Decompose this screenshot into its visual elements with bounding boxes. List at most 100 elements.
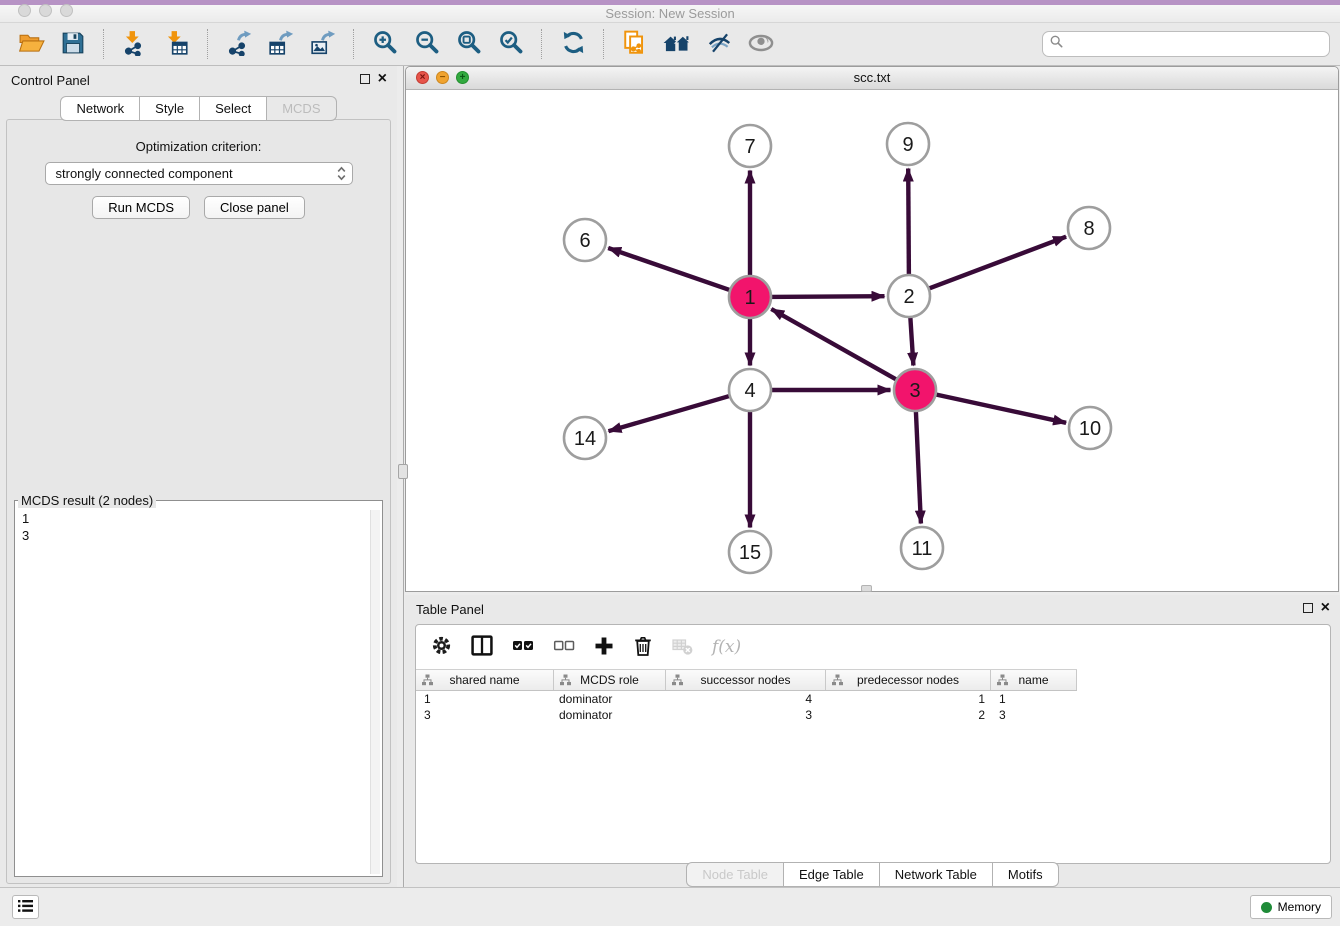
table-row[interactable]: 3dominator323 xyxy=(416,707,1330,723)
open-session-button[interactable] xyxy=(13,26,49,62)
optimization-select[interactable]: strongly connected component xyxy=(45,162,353,185)
import-table-button[interactable] xyxy=(159,26,195,62)
memory-button[interactable]: Memory xyxy=(1250,895,1332,919)
create-column-button[interactable] xyxy=(594,636,614,659)
task-history-button[interactable] xyxy=(12,895,39,919)
graph-node-11[interactable]: 11 xyxy=(901,527,943,569)
hide-details-button[interactable] xyxy=(701,26,737,62)
horizontal-splitter-grip[interactable] xyxy=(861,585,872,592)
graph-edge-3-11[interactable] xyxy=(916,409,921,524)
close-panel-button[interactable]: Close panel xyxy=(204,196,305,219)
table-rows: 1dominator4113dominator323 xyxy=(416,691,1330,723)
graph-node-3[interactable]: 3 xyxy=(894,369,936,411)
function-builder-button[interactable]: f(x) xyxy=(712,637,741,657)
network-maximize-icon[interactable]: + xyxy=(456,71,469,84)
network-window-titlebar[interactable]: × − + scc.txt xyxy=(406,67,1338,90)
graph-edge-2-3[interactable] xyxy=(910,315,913,366)
graph-edge-2-9[interactable] xyxy=(908,169,909,278)
zoom-fit-button[interactable] xyxy=(451,26,487,62)
import-network-button[interactable] xyxy=(117,26,153,62)
column-header-predecessor-nodes[interactable]: predecessor nodes xyxy=(826,670,991,690)
control-panel-title: Control Panel xyxy=(11,73,90,88)
graph-node-6[interactable]: 6 xyxy=(564,219,606,261)
control-panel-close-icon[interactable]: × xyxy=(378,73,387,84)
graph-edge-2-8[interactable] xyxy=(927,237,1066,290)
search-input[interactable] xyxy=(1068,36,1322,53)
svg-text:15: 15 xyxy=(739,542,761,564)
delete-columns-button[interactable] xyxy=(633,635,653,660)
control-panel-float-icon[interactable] xyxy=(360,74,370,84)
refresh-button[interactable] xyxy=(555,26,591,62)
optimization-select-value: strongly connected component xyxy=(56,166,233,181)
search-field[interactable] xyxy=(1042,31,1330,57)
tab-network-table[interactable]: Network Table xyxy=(880,862,993,887)
save-session-button[interactable] xyxy=(55,26,91,62)
delete-table-button[interactable] xyxy=(672,637,693,658)
graph-node-14[interactable]: 14 xyxy=(564,417,606,459)
graph-node-1[interactable]: 1 xyxy=(729,276,771,318)
export-table-button[interactable] xyxy=(263,26,299,62)
network-canvas[interactable]: 7 9 6 8 1 2 4 3 14 10 15 11 xyxy=(406,89,1338,591)
table-row[interactable]: 1dominator411 xyxy=(416,691,1330,707)
column-header-name[interactable]: name xyxy=(991,670,1077,690)
table-panel: Table Panel × f(x) shared nameMCDS roles… xyxy=(405,595,1340,888)
panel-splitter-grip[interactable] xyxy=(398,464,408,479)
zoom-selected-button[interactable] xyxy=(493,26,529,62)
show-details-button[interactable] xyxy=(743,26,779,62)
graph-node-4[interactable]: 4 xyxy=(729,369,771,411)
table-cell: dominator xyxy=(554,692,666,706)
graph-edge-4-14[interactable] xyxy=(609,395,732,431)
graph-node-8[interactable]: 8 xyxy=(1068,207,1110,249)
graph-edge-3-10[interactable] xyxy=(934,394,1067,423)
zoom-out-button[interactable] xyxy=(409,26,445,62)
copy-network-button[interactable] xyxy=(617,26,653,62)
control-panel-tabs: NetworkStyleSelectMCDS xyxy=(0,96,397,121)
window-close-button[interactable] xyxy=(18,4,31,17)
graph-node-10[interactable]: 10 xyxy=(1069,407,1111,449)
select-all-columns-icon xyxy=(512,639,534,656)
graph-node-2[interactable]: 2 xyxy=(888,275,930,317)
tab-edge-table[interactable]: Edge Table xyxy=(784,862,880,887)
column-header-mcds-role[interactable]: MCDS role xyxy=(554,670,666,690)
column-header-successor-nodes[interactable]: successor nodes xyxy=(666,670,826,690)
tab-motifs[interactable]: Motifs xyxy=(993,862,1059,887)
control-panel: Control Panel × NetworkStyleSelectMCDS O… xyxy=(0,66,397,888)
table-cell: 1 xyxy=(991,692,1077,706)
show-columns-button[interactable] xyxy=(471,635,493,659)
tab-mcds[interactable]: MCDS xyxy=(267,96,336,121)
svg-text:1: 1 xyxy=(744,287,755,309)
run-mcds-button[interactable]: Run MCDS xyxy=(92,196,190,219)
toolbar-separator xyxy=(103,29,105,59)
mcds-result-scrollbar[interactable] xyxy=(370,510,380,874)
mcds-result-title: MCDS result (2 nodes) xyxy=(18,493,156,508)
chevron-up-down-icon xyxy=(337,166,346,181)
tab-node-table[interactable]: Node Table xyxy=(686,862,784,887)
graph-edge-1-6[interactable] xyxy=(608,248,732,291)
export-network-button[interactable] xyxy=(221,26,257,62)
column-header-shared-name[interactable]: shared name xyxy=(416,670,554,690)
network-minimize-icon[interactable]: − xyxy=(436,71,449,84)
select-all-columns-button[interactable] xyxy=(512,639,534,656)
tab-network[interactable]: Network xyxy=(60,96,140,121)
export-image-button[interactable] xyxy=(305,26,341,62)
window-minimize-button[interactable] xyxy=(39,4,52,17)
graph-node-9[interactable]: 9 xyxy=(887,123,929,165)
deselect-all-columns-button[interactable] xyxy=(553,639,575,656)
network-close-icon[interactable]: × xyxy=(416,71,429,84)
create-column-icon xyxy=(594,636,614,659)
show-columns-icon xyxy=(471,635,493,659)
tab-select[interactable]: Select xyxy=(200,96,267,121)
zoom-in-button[interactable] xyxy=(367,26,403,62)
home-button[interactable] xyxy=(659,26,695,62)
graph-edge-3-1[interactable] xyxy=(771,309,898,381)
table-panel-close-icon[interactable]: × xyxy=(1321,602,1330,613)
table-cell: 3 xyxy=(991,708,1077,722)
tab-style[interactable]: Style xyxy=(140,96,200,121)
graph-node-15[interactable]: 15 xyxy=(729,531,771,573)
table-options-button[interactable] xyxy=(431,635,452,659)
graph-node-7[interactable]: 7 xyxy=(729,125,771,167)
table-cell: 3 xyxy=(416,708,554,722)
window-zoom-button[interactable] xyxy=(60,4,73,17)
graph-edge-1-2[interactable] xyxy=(769,296,885,297)
table-panel-float-icon[interactable] xyxy=(1303,603,1313,613)
